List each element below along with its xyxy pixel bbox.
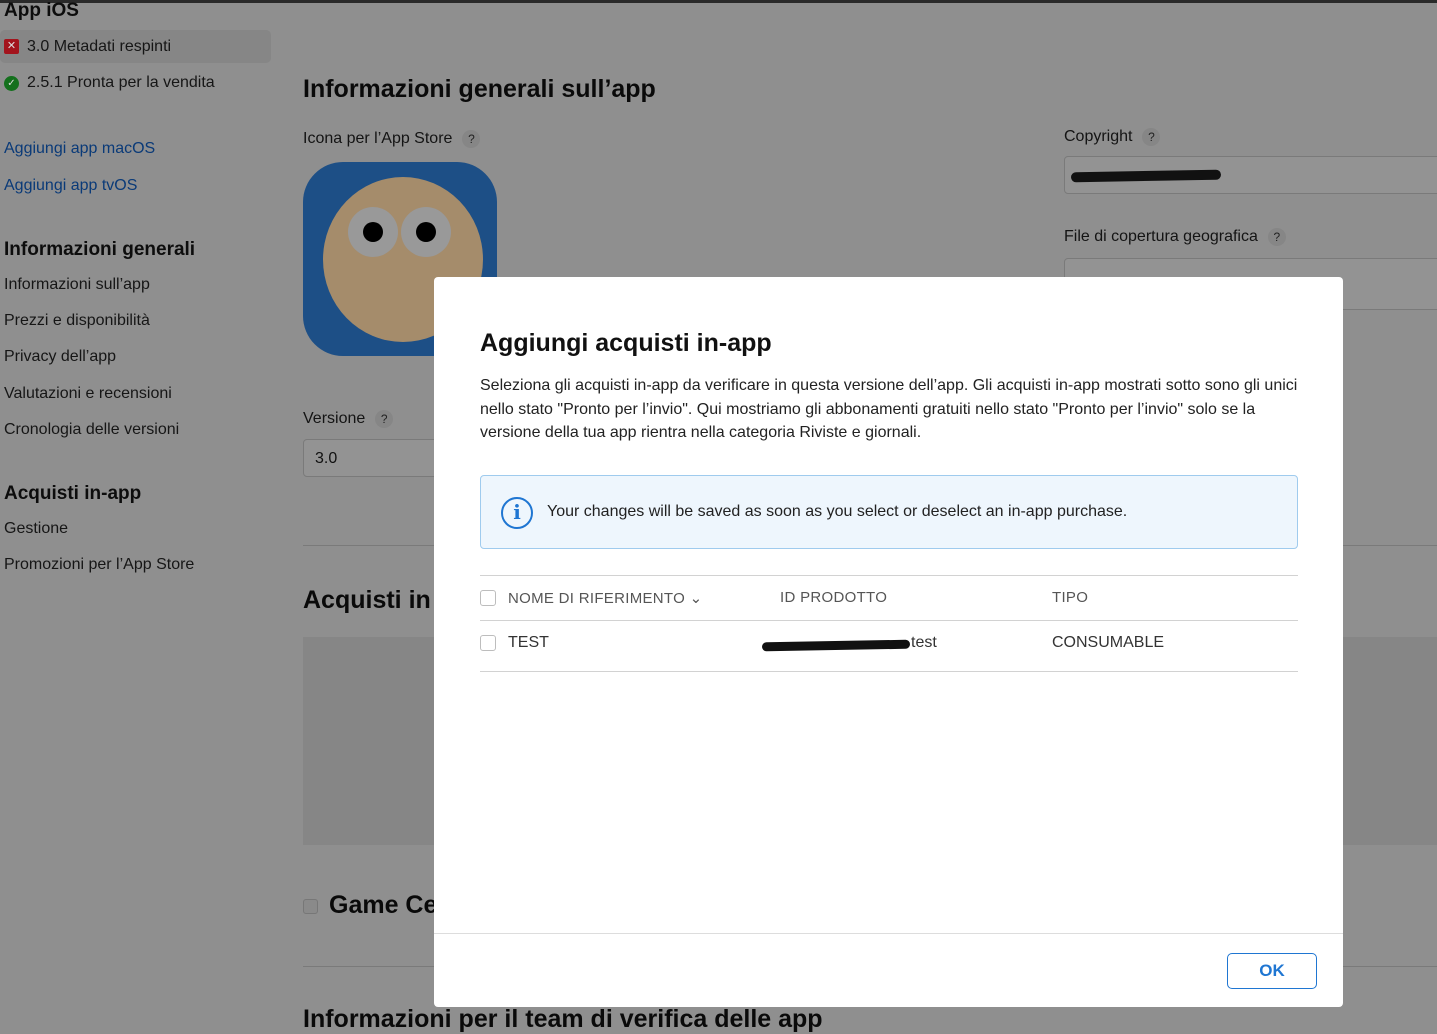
version-value: 3.0 (315, 450, 338, 467)
redacted-scribble (761, 639, 911, 652)
iap-section-title: Acquisti in (303, 586, 431, 614)
add-iap-modal: Aggiungi acquisti in-app Seleziona gli a… (434, 277, 1343, 1007)
sidebar-item-history[interactable]: Cronologia delle versioni (4, 421, 179, 439)
row-type: CONSUMABLE (1052, 634, 1165, 651)
help-icon[interactable]: ? (462, 130, 481, 148)
sidebar-item-promotions[interactable]: Promozioni per l’App Store (4, 556, 194, 574)
review-section-title: Informazioni per il team di verifica del… (303, 1005, 823, 1033)
row-product-id: test (911, 634, 937, 651)
info-icon: i (501, 497, 533, 529)
column-name-header[interactable]: NOME DI RIFERIMENTO ⌄ (508, 589, 702, 607)
copyright-label: Copyright (1064, 128, 1133, 145)
modal-description: Seleziona gli acquisti in-app da verific… (480, 377, 1298, 441)
sidebar-version-rejected[interactable]: 3.0 Metadati respinti (27, 38, 171, 56)
game-center-checkbox[interactable] (303, 899, 318, 914)
copyright-input[interactable] (1064, 156, 1437, 194)
version-label: Versione (303, 410, 366, 427)
modal-title: Aggiungi acquisti in-app (480, 329, 772, 357)
help-icon[interactable]: ? (375, 410, 394, 428)
chevron-down-icon: ⌄ (689, 590, 703, 607)
sidebar-ios-heading: App iOS (4, 0, 79, 21)
select-all-checkbox[interactable] (480, 590, 496, 606)
geo-label: File di copertura geografica (1064, 228, 1258, 245)
icon-label: Icona per l’App Store (303, 130, 453, 147)
window-top-border (0, 0, 1437, 3)
add-tvos-link[interactable]: Aggiungi app tvOS (4, 177, 137, 195)
iap-table: NOME DI RIFERIMENTO ⌄ ID PRODOTTO TIPO T… (480, 575, 1298, 672)
sidebar-item-privacy[interactable]: Privacy dell’app (4, 348, 116, 366)
table-header: NOME DI RIFERIMENTO ⌄ ID PRODOTTO TIPO (480, 575, 1298, 620)
sidebar-general-heading: Informazioni generali (4, 239, 196, 260)
column-product-id-header: ID PRODOTTO (780, 589, 888, 606)
page-title: Informazioni generali sull’app (303, 75, 656, 103)
sidebar-version-ready[interactable]: 2.5.1 Pronta per la vendita (27, 74, 215, 92)
sidebar-item-manage[interactable]: Gestione (4, 520, 68, 538)
sidebar-item-ratings[interactable]: Valutazioni e recensioni (4, 385, 172, 403)
row-checkbox[interactable] (480, 635, 496, 651)
sidebar-iap-heading: Acquisti in-app (4, 483, 142, 504)
rejected-icon: ✕ (4, 39, 19, 54)
modal-footer-divider (434, 933, 1343, 934)
sidebar-item-app-info[interactable]: Informazioni sull’app (4, 276, 150, 294)
info-banner: i Your changes will be saved as soon as … (480, 475, 1298, 549)
row-name: TEST (508, 634, 549, 651)
game-center-title: Game Ce (329, 891, 438, 919)
table-row[interactable]: TEST test CONSUMABLE (480, 620, 1298, 672)
add-macos-link[interactable]: Aggiungi app macOS (4, 140, 155, 158)
ok-button[interactable]: OK (1227, 953, 1317, 989)
check-icon: ✓ (4, 76, 19, 91)
sidebar-item-pricing[interactable]: Prezzi e disponibilità (4, 312, 150, 330)
version-input[interactable]: 3.0 (303, 439, 443, 477)
info-text: Your changes will be saved as soon as yo… (547, 503, 1128, 520)
help-icon[interactable]: ? (1267, 228, 1286, 246)
help-icon[interactable]: ? (1142, 128, 1161, 146)
column-type-header: TIPO (1052, 589, 1089, 606)
